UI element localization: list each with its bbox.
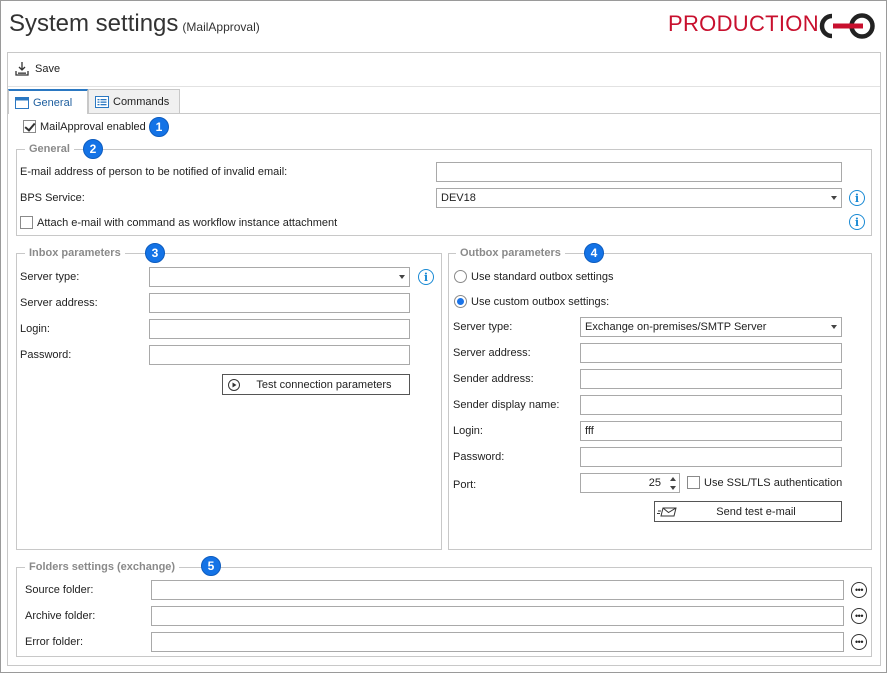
sender-address-label: Sender address: [453, 373, 534, 385]
inbox-server-type-label: Server type: [20, 271, 80, 283]
window-icon [15, 96, 29, 109]
outbox-server-type-select[interactable]: Exchange on-premises/SMTP Server [580, 317, 842, 337]
sender-address-input[interactable] [580, 369, 842, 389]
brand-logo-icon [818, 10, 882, 45]
attach-email-row: Attach e-mail with command as workflow i… [20, 216, 337, 229]
general-legend: General [25, 143, 74, 155]
error-folder-browse-icon[interactable]: ••• [851, 634, 867, 650]
outbox-server-address-label: Server address: [453, 347, 531, 359]
outbox-login-label: Login: [453, 425, 483, 437]
notify-email-input[interactable] [436, 162, 842, 182]
ssl-label: Use SSL/TLS authentication [704, 476, 843, 489]
outbox-standard-radio[interactable] [454, 270, 467, 283]
play-circle-icon [228, 378, 240, 391]
send-test-email-label: Send test e-mail [716, 505, 796, 518]
outbox-legend: Outbox parameters [456, 247, 565, 259]
outbox-custom-radio[interactable] [454, 295, 467, 308]
ssl-checkbox[interactable] [687, 476, 700, 489]
bps-service-label: BPS Service: [20, 192, 85, 204]
page-subtitle: (MailApproval) [182, 20, 260, 34]
outbox-custom-label: Use custom outbox settings: [471, 295, 610, 308]
outbox-password-label: Password: [453, 451, 505, 463]
callout-badge-1: 1 [149, 117, 169, 137]
inbox-login-input[interactable] [149, 319, 410, 339]
outbox-standard-label: Use standard outbox settings [471, 270, 614, 283]
outbox-login-input[interactable]: fff [580, 421, 842, 441]
chevron-down-icon [831, 196, 837, 200]
attach-email-checkbox[interactable] [20, 216, 33, 229]
tab-commands-label: Commands [113, 95, 170, 108]
mailapproval-enabled-row: MailApproval enabled [23, 120, 146, 133]
save-button[interactable]: Save [14, 61, 60, 77]
archive-folder-input[interactable] [151, 606, 844, 626]
chevron-down-icon[interactable] [670, 485, 676, 490]
save-download-icon [15, 62, 29, 76]
outbox-server-address-input[interactable] [580, 343, 842, 363]
callout-badge-5: 5 [201, 556, 221, 576]
sender-display-name-input[interactable] [580, 395, 842, 415]
page-title: System settings (MailApproval) [9, 10, 260, 38]
sender-display-name-label: Sender display name: [453, 399, 560, 411]
callout-badge-3: 3 [145, 243, 165, 263]
list-icon [95, 95, 109, 108]
bps-service-info-icon[interactable]: i [849, 190, 865, 206]
inbox-server-address-input[interactable] [149, 293, 410, 313]
tab-commands[interactable]: Commands [88, 89, 180, 113]
callout-badge-4: 4 [584, 243, 604, 263]
port-label: Port: [453, 479, 477, 491]
environment-label: PRODUCTION [668, 11, 819, 36]
inbox-password-label: Password: [20, 349, 72, 361]
inbox-server-type-info-icon[interactable]: i [418, 269, 434, 285]
page-title-text: System settings [9, 10, 179, 37]
test-connection-button[interactable]: Test connection parameters [222, 374, 410, 395]
bps-service-select[interactable]: DEV18 [436, 188, 842, 208]
outbox-server-type-value: Exchange on-premises/SMTP Server [585, 321, 767, 333]
source-folder-input[interactable] [151, 580, 844, 600]
outbox-password-input[interactable] [580, 447, 842, 467]
inbox-legend: Inbox parameters [25, 247, 125, 259]
outbox-standard-row: Use standard outbox settings [454, 270, 613, 283]
archive-folder-label: Archive folder: [25, 610, 96, 622]
source-folder-label: Source folder: [25, 584, 94, 596]
tab-general[interactable]: General [8, 89, 88, 114]
tab-general-label: General [33, 96, 73, 109]
error-folder-input[interactable] [151, 632, 844, 652]
notify-email-label: E-mail address of person to be notified … [20, 166, 288, 178]
toolbar-divider [8, 86, 880, 87]
save-label: Save [35, 63, 61, 75]
test-connection-label: Test connection parameters [256, 378, 392, 391]
chevron-up-icon[interactable] [670, 476, 676, 481]
inbox-password-input[interactable] [149, 345, 410, 365]
chevron-down-icon [831, 325, 837, 329]
error-folder-label: Error folder: [25, 636, 84, 648]
source-folder-browse-icon[interactable]: ••• [851, 582, 867, 598]
send-mail-icon [657, 507, 677, 516]
archive-folder-browse-icon[interactable]: ••• [851, 608, 867, 624]
outbox-custom-row: Use custom outbox settings: [454, 295, 609, 308]
inbox-server-type-select[interactable] [149, 267, 410, 287]
port-stepper[interactable]: 25 [580, 473, 680, 493]
attach-email-label: Attach e-mail with command as workflow i… [37, 216, 338, 229]
bps-service-value: DEV18 [441, 192, 476, 204]
tab-strip-divider [8, 113, 880, 114]
mailapproval-enabled-checkbox[interactable] [23, 120, 36, 133]
inbox-login-label: Login: [20, 323, 50, 335]
mailapproval-enabled-label: MailApproval enabled [40, 120, 146, 133]
outbox-server-type-label: Server type: [453, 321, 513, 333]
attach-email-info-icon[interactable]: i [849, 214, 865, 230]
inbox-server-address-label: Server address: [20, 297, 98, 309]
send-test-email-button[interactable]: Send test e-mail [654, 501, 842, 522]
folders-legend: Folders settings (exchange) [25, 561, 180, 573]
callout-badge-2: 2 [83, 139, 103, 159]
port-spin-buttons[interactable] [667, 474, 679, 492]
port-value: 25 [648, 477, 661, 489]
chevron-down-icon [399, 275, 405, 279]
ssl-row: Use SSL/TLS authentication [687, 476, 842, 489]
